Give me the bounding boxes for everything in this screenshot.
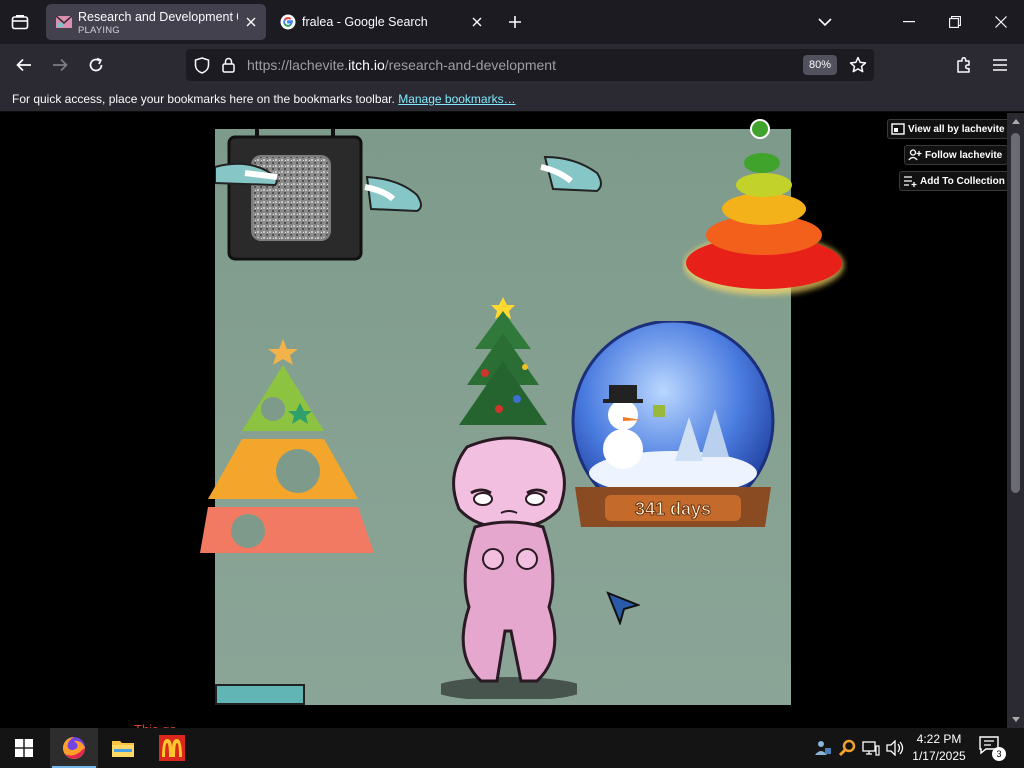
caret-down-icon xyxy=(1011,716,1020,722)
clock-time: 4:22 PM xyxy=(916,732,962,746)
bookmarks-message: For quick access, place your bookmarks h… xyxy=(12,92,516,106)
tab-title: fralea - Google Search xyxy=(302,15,428,29)
page-content: 341 days View all by lachevite Follow la… xyxy=(0,113,1024,728)
tray-volume-icon[interactable] xyxy=(885,738,905,758)
close-icon xyxy=(472,17,482,27)
mcdonalds-icon xyxy=(159,735,185,761)
green-block-decor xyxy=(215,684,305,705)
follow-label: Follow lachevite xyxy=(925,149,1003,161)
bookmarks-hint-text: For quick access, place your bookmarks h… xyxy=(12,92,395,106)
url-host: itch.io xyxy=(348,57,385,73)
back-button[interactable] xyxy=(10,51,38,79)
network-icon xyxy=(862,741,880,756)
bookmarks-toolbar: For quick access, place your bookmarks h… xyxy=(0,86,1024,112)
restore-icon xyxy=(949,16,961,28)
hamburger-menu-icon xyxy=(993,59,1007,71)
reload-button[interactable] xyxy=(82,51,110,79)
small-christmas-tree xyxy=(459,297,547,425)
reload-icon xyxy=(89,57,103,72)
flying-shoe xyxy=(215,162,278,187)
scrollbar-thumb[interactable] xyxy=(1011,133,1020,493)
snow-globe-with-snowman: 341 days xyxy=(571,321,775,527)
minimize-icon xyxy=(903,21,915,23)
firefox-view-icon xyxy=(11,15,29,30)
lock-icon[interactable] xyxy=(222,57,235,73)
url-text[interactable]: https://lachevite.itch.io/research-and-d… xyxy=(247,57,556,73)
url-prefix: https://lachevite. xyxy=(247,57,349,73)
arrow-cursor xyxy=(606,591,640,625)
shield-icon[interactable] xyxy=(194,57,210,74)
tab-bar: Research and Development 0.2 PLAYING fra… xyxy=(0,0,1024,44)
start-button[interactable] xyxy=(0,728,48,768)
spiral-christmas-tree xyxy=(684,119,844,295)
tab-google-search[interactable]: fralea - Google Search xyxy=(270,4,492,40)
taskbar-mcdonalds[interactable] xyxy=(148,728,196,768)
arrow-left-icon xyxy=(16,58,31,72)
new-tab-button[interactable] xyxy=(502,9,528,35)
add-to-collection-button[interactable]: Add To Collection xyxy=(899,171,1011,191)
countdown-label: 341 days xyxy=(635,499,711,519)
zoom-level-button[interactable]: 80% xyxy=(803,55,838,75)
taskbar-clock[interactable]: 4:22 PM 1/17/2025 xyxy=(906,731,972,765)
vertical-scrollbar[interactable] xyxy=(1007,113,1024,728)
url-path: /research-and-development xyxy=(384,57,556,73)
scroll-down-arrow[interactable] xyxy=(1007,711,1024,727)
add-collection-label: Add To Collection xyxy=(920,175,1005,187)
tab-title: Research and Development 0.2 xyxy=(78,10,238,24)
clock-date: 1/17/2025 xyxy=(912,749,966,763)
address-bar[interactable]: https://lachevite.itch.io/research-and-d… xyxy=(186,49,874,81)
close-icon xyxy=(246,17,256,27)
taskbar-file-explorer[interactable] xyxy=(99,728,147,768)
firefox-icon xyxy=(63,737,85,759)
user-plus-icon xyxy=(908,149,922,161)
playlist-add-icon xyxy=(904,176,917,187)
navigation-toolbar: https://lachevite.itch.io/research-and-d… xyxy=(0,44,1024,86)
flying-shoe xyxy=(540,155,602,193)
taskbar-firefox[interactable] xyxy=(50,728,98,768)
google-favicon-icon xyxy=(280,14,296,30)
tab-research-and-development[interactable]: Research and Development 0.2 PLAYING xyxy=(46,4,266,40)
close-window-button[interactable] xyxy=(978,0,1024,44)
view-all-label: View all by lachevite xyxy=(908,123,1005,135)
manage-bookmarks-link[interactable]: Manage bookmarks… xyxy=(398,92,515,106)
tray-network-icon[interactable] xyxy=(861,738,881,758)
menu-button[interactable] xyxy=(986,51,1014,79)
chevron-down-icon xyxy=(818,17,832,26)
notification-count: 3 xyxy=(992,747,1006,761)
puzzle-icon xyxy=(957,56,970,73)
folder-icon xyxy=(112,741,134,757)
close-icon xyxy=(995,16,1007,28)
list-all-tabs-button[interactable] xyxy=(812,9,838,35)
forward-button[interactable] xyxy=(46,51,74,79)
magnifier-icon xyxy=(838,739,856,757)
star-icon[interactable] xyxy=(849,56,867,74)
minimize-button[interactable] xyxy=(886,0,932,44)
tray-people-icon[interactable] xyxy=(813,738,833,758)
screen: Research and Development 0.2 PLAYING fra… xyxy=(0,0,1024,768)
flying-shoe xyxy=(364,175,422,213)
pink-character xyxy=(441,436,577,699)
action-center-button[interactable]: 3 xyxy=(978,735,1008,761)
taskbar: 4:22 PM 1/17/2025 3 xyxy=(0,728,1024,768)
user-tray-icon xyxy=(815,741,831,755)
caret-up-icon xyxy=(1011,118,1020,124)
windows-logo-icon xyxy=(15,739,33,757)
follow-author-button[interactable]: Follow lachevite xyxy=(904,145,1009,165)
extensions-button[interactable] xyxy=(950,51,978,79)
store-icon xyxy=(891,123,905,135)
plus-icon xyxy=(509,16,521,28)
scroll-up-arrow[interactable] xyxy=(1007,113,1024,129)
tab-close-button[interactable] xyxy=(468,13,486,31)
tray-search-icon[interactable] xyxy=(837,738,857,758)
speaker-icon xyxy=(886,740,904,756)
firefox-view-button[interactable] xyxy=(6,9,34,35)
tab-close-button[interactable] xyxy=(242,13,260,31)
arrow-right-icon xyxy=(53,58,68,72)
tv-with-static xyxy=(227,129,363,261)
restore-button[interactable] xyxy=(932,0,978,44)
view-all-by-author-button[interactable]: View all by lachevite xyxy=(887,119,1011,139)
triangle-christmas-tree xyxy=(200,339,374,553)
itch-favicon-icon xyxy=(56,15,72,28)
tab-playing-label: PLAYING xyxy=(78,25,120,36)
